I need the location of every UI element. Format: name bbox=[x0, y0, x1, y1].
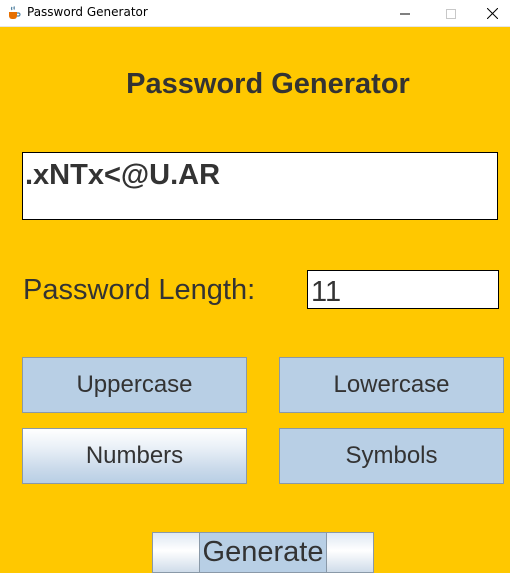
main-panel: Password Generator .xNTx<@U.AR Password … bbox=[0, 27, 510, 573]
maximize-button[interactable] bbox=[428, 0, 474, 26]
password-length-label: Password Length: bbox=[23, 274, 256, 306]
password-value: .xNTx<@U.AR bbox=[25, 159, 221, 191]
window-title: Password Generator bbox=[27, 5, 148, 19]
page-title: Password Generator bbox=[126, 68, 410, 100]
close-icon bbox=[486, 4, 498, 23]
password-length-input[interactable]: 11 bbox=[307, 270, 499, 309]
numbers-button[interactable]: Numbers bbox=[22, 428, 247, 484]
close-button[interactable] bbox=[474, 0, 510, 26]
maximize-icon bbox=[446, 4, 456, 23]
uppercase-button[interactable]: Uppercase bbox=[22, 357, 247, 413]
password-output-field[interactable]: .xNTx<@U.AR bbox=[22, 152, 498, 220]
symbols-button[interactable]: Symbols bbox=[279, 428, 504, 484]
title-bar: Password Generator bbox=[0, 0, 510, 27]
minimize-button[interactable] bbox=[382, 0, 428, 26]
password-length-value: 11 bbox=[311, 276, 342, 308]
minimize-icon bbox=[400, 4, 410, 23]
java-coffee-icon bbox=[6, 5, 22, 21]
lowercase-button[interactable]: Lowercase bbox=[279, 357, 504, 413]
